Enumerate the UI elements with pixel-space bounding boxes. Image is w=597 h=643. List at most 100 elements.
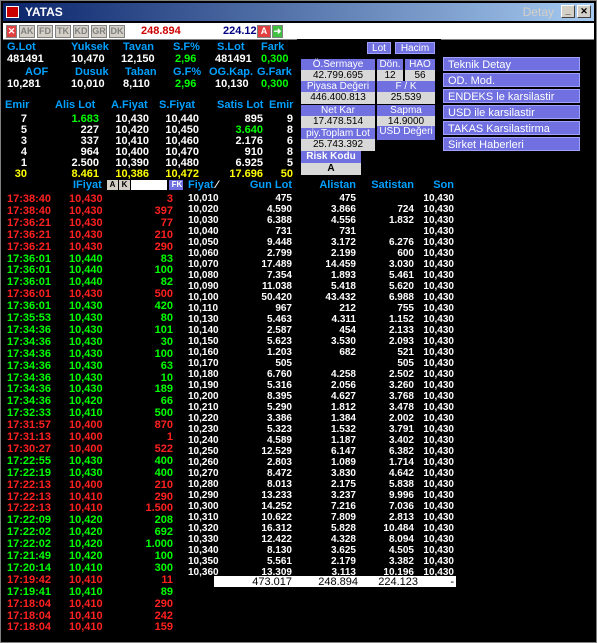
fk-button[interactable]: FK [169,180,183,190]
price-row[interactable]: 10,060 2.799 2.199 600 10,430 [188,248,456,259]
price-row[interactable]: 10,320 16.312 5.828 10.484 10,430 [188,523,456,534]
title-bar[interactable]: YATAS Detay _ ✕ [3,3,594,21]
price-row[interactable]: 10,330 12.422 4.328 8.094 10,430 [188,534,456,545]
trade-row[interactable]: 17:31:57 10,400 870 [3,419,183,431]
price-row[interactable]: 10,230 5.323 1.532 3.791 10,430 [188,424,456,435]
price-row[interactable]: 10,090 11.038 5.418 5.620 10,430 [188,281,456,292]
sort-icon[interactable]: ⁄ [216,179,226,191]
price-row[interactable]: 10,240 4.589 1.187 3.402 10,430 [188,435,456,446]
trade-row[interactable]: 17:22:02 10,420 692 [3,526,183,538]
price-row[interactable]: 10,150 5.623 3.530 2.093 10,430 [188,336,456,347]
depth-row[interactable]: 3 337 10,410 10,460 2.176 6 [3,135,295,147]
trade-row[interactable]: 17:34:36 10,430 30 [3,336,183,348]
trade-filter-input[interactable] [131,180,167,190]
arrow-icon[interactable]: ➜ [272,25,283,38]
a-button[interactable]: A [257,25,271,38]
trade-row[interactable]: 17:36:01 10,430 500 [3,288,183,300]
trade-row[interactable]: 17:19:42 10,410 11 [3,574,183,586]
trade-row[interactable]: 17:34:36 10,430 10 [3,372,183,384]
price-row[interactable]: 10,140 2.587 454 2.133 10,430 [188,325,456,336]
price-row[interactable]: 10,260 2.803 1.089 1.714 10,430 [188,457,456,468]
trade-row[interactable]: 17:18:04 10,410 290 [3,598,183,610]
link-endeks[interactable]: ENDEKS le karsilastir [443,89,580,103]
price-row[interactable]: 10,250 12.529 6.147 6.382 10,430 [188,446,456,457]
trade-row[interactable]: 17:36:21 10,430 77 [3,217,183,229]
price-row[interactable]: 10,080 7.354 1.893 5.461 10,430 [188,270,456,281]
close-button[interactable]: ✕ [577,5,591,18]
trade-row[interactable]: 17:30:27 10,400 522 [3,443,183,455]
price-row[interactable]: 10,270 8.472 3.830 4.642 10,430 [188,468,456,479]
link-usd[interactable]: USD ile karsilastir [443,105,580,119]
depth-row[interactable]: 7 1.683 10,430 10,440 895 9 [3,113,295,125]
price-row[interactable]: 10,050 9.448 3.172 6.276 10,430 [188,237,456,248]
price-row[interactable]: 10,200 8.395 4.627 3.768 10,430 [188,391,456,402]
a-sort-button[interactable]: A [107,180,118,190]
price-row[interactable]: 10,170 505 505 10,430 [188,358,456,369]
price-row[interactable]: 10,030 6.388 4.556 1.832 10,430 [188,215,456,226]
lot-button[interactable]: Lot [367,42,391,54]
depth-row[interactable]: 5 227 10,420 10,450 3.640 8 [3,124,295,136]
price-row[interactable]: 10,220 3.386 1.384 2.002 10,430 [188,413,456,424]
trade-row[interactable]: 17:35:53 10,430 80 [3,312,183,324]
minimize-button[interactable]: _ [561,5,575,18]
k-sort-button[interactable]: K [119,180,130,190]
price-row[interactable]: 10,300 14.252 7.216 7.036 10,430 [188,501,456,512]
trade-row[interactable]: 17:21:49 10,420 100 [3,550,183,562]
price-row[interactable]: 10,290 13.233 3.237 9.996 10,430 [188,490,456,501]
depth-row[interactable]: 4 964 10,400 10,470 910 8 [3,146,295,158]
trade-row[interactable]: 17:22:13 10,410 1.500 [3,502,183,514]
trade-row[interactable]: 17:18:04 10,410 242 [3,610,183,622]
hacim-button[interactable]: Hacim [395,42,435,54]
trade-row[interactable]: 17:22:13 10,410 290 [3,491,183,503]
price-row[interactable]: 10,350 5.561 2.179 3.382 10,430 [188,556,456,567]
trade-row[interactable]: 17:36:01 10,440 82 [3,276,183,288]
trade-row[interactable]: 17:34:36 10,430 189 [3,383,183,395]
tab-tk[interactable]: TK [55,25,71,38]
price-row[interactable]: 10,100 50.420 43.432 6.988 10,430 [188,292,456,303]
tab-dk[interactable]: DK [109,25,125,38]
price-row[interactable]: 10,110 967 212 755 10,430 [188,303,456,314]
price-row[interactable]: 10,010 475 475 10,430 [188,193,456,204]
price-row[interactable]: 10,280 8.013 2.175 5.838 10,430 [188,479,456,490]
trade-row[interactable]: 17:22:09 10,420 208 [3,514,183,526]
trade-row[interactable]: 17:36:01 10,440 100 [3,264,183,276]
price-row[interactable]: 10,210 5.290 1.812 3.478 10,430 [188,402,456,413]
tab-fd[interactable]: FD [37,25,53,38]
trade-row[interactable]: 17:19:41 10,410 89 [3,586,183,598]
trade-row[interactable]: 17:34:36 10,430 101 [3,324,183,336]
trade-row[interactable]: 17:22:02 10,420 1.000 [3,538,183,550]
price-row[interactable]: 10,340 8.130 3.625 4.505 10,430 [188,545,456,556]
price-row[interactable]: 10,070 17.489 14.459 3.030 10,430 [188,259,456,270]
price-row[interactable]: 10,180 6.760 4.258 2.502 10,430 [188,369,456,380]
trade-row[interactable]: 17:20:14 10,410 300 [3,562,183,574]
trade-row[interactable]: 17:36:01 10,440 83 [3,253,183,265]
price-row[interactable]: 10,310 10.622 7.809 2.813 10,430 [188,512,456,523]
trade-row[interactable]: 17:38:40 10,430 397 [3,205,183,217]
trade-row[interactable]: 17:34:36 10,420 66 [3,395,183,407]
price-row[interactable]: 10,020 4.590 3.866 724 10,430 [188,204,456,215]
trade-row[interactable]: 17:22:13 10,400 210 [3,479,183,491]
trade-row[interactable]: 17:38:40 10,430 3 [3,193,183,205]
link-takas[interactable]: TAKAS Karsilastirma [443,121,580,135]
trade-row[interactable]: 17:34:36 10,430 63 [3,360,183,372]
usd-button[interactable]: USD Değeri [377,126,435,140]
close-icon[interactable]: ✕ [6,25,17,38]
trade-row[interactable]: 17:32:33 10,410 500 [3,407,183,419]
trade-row[interactable]: 17:34:36 10,430 100 [3,348,183,360]
price-row[interactable]: 10,190 5.316 2.056 3.260 10,430 [188,380,456,391]
depth-row[interactable]: 1 2.500 10,390 10,480 6.925 5 [3,157,295,169]
trade-row[interactable]: 17:36:01 10,430 420 [3,300,183,312]
link-od-mod[interactable]: OD. Mod. [443,73,580,87]
price-row[interactable]: 10,160 1.203 682 521 10,430 [188,347,456,358]
trade-row[interactable]: 17:22:55 10,430 400 [3,455,183,467]
price-row[interactable]: 10,040 731 731 10,430 [188,226,456,237]
trade-row[interactable]: 17:36:21 10,430 290 [3,241,183,253]
trade-row[interactable]: 17:31:13 10,400 1 [3,431,183,443]
tab-kd[interactable]: KD [73,25,89,38]
link-teknik-detay[interactable]: Teknik Detay [443,57,580,71]
trade-row[interactable]: 17:22:19 10,430 400 [3,467,183,479]
trade-row[interactable]: 17:18:04 10,410 159 [3,621,183,633]
link-sirket-haberleri[interactable]: Sirket Haberleri [443,137,580,151]
tab-ak[interactable]: AK [19,25,35,38]
tab-gr[interactable]: GR [91,25,107,38]
